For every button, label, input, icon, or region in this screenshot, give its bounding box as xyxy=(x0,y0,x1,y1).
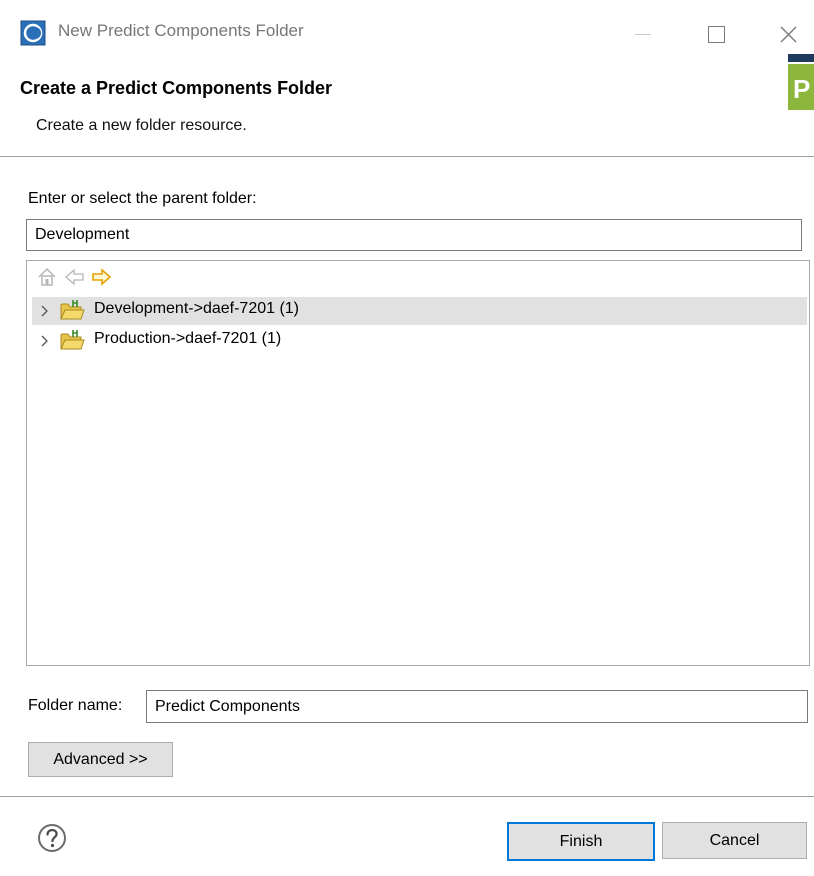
parent-folder-label: Enter or select the parent folder: xyxy=(28,190,257,207)
folder-name-input[interactable] xyxy=(146,690,808,723)
folder-name-label: Folder name: xyxy=(28,697,123,714)
page-title: Create a Predict Components Folder xyxy=(20,78,333,98)
window-title: New Predict Components Folder xyxy=(58,21,304,40)
chevron-right-icon[interactable] xyxy=(38,302,52,320)
home-icon[interactable] xyxy=(36,266,58,288)
eclipse-app-icon xyxy=(20,20,46,46)
predict-banner-icon: P xyxy=(788,54,814,110)
help-icon[interactable] xyxy=(36,822,68,854)
finish-button[interactable]: Finish xyxy=(507,822,655,861)
cancel-button[interactable]: Cancel xyxy=(662,822,807,859)
back-arrow-icon[interactable] xyxy=(64,266,86,288)
close-icon[interactable] xyxy=(766,14,810,54)
tree-item-production[interactable]: Production->daef-7201 (1) xyxy=(32,327,807,355)
dialog-header xyxy=(0,62,814,157)
page-description: Create a new folder resource. xyxy=(36,117,247,134)
footer-divider xyxy=(0,796,814,797)
svg-text:P: P xyxy=(793,74,810,104)
parent-folder-input[interactable] xyxy=(26,219,802,251)
tree-item-label: Production->daef-7201 (1) xyxy=(94,330,282,347)
tree-item-development[interactable]: Development->daef-7201 (1) xyxy=(32,297,807,325)
project-folder-icon xyxy=(60,300,85,320)
maximize-button[interactable] xyxy=(694,14,738,54)
tree-item-label: Development->daef-7201 (1) xyxy=(94,300,300,317)
forward-arrow-icon[interactable] xyxy=(90,266,112,288)
chevron-right-icon[interactable] xyxy=(38,332,52,350)
tree-toolbar xyxy=(36,266,236,290)
project-folder-icon xyxy=(60,330,85,350)
minimize-button[interactable] xyxy=(622,14,666,54)
advanced-button[interactable]: Advanced >> xyxy=(28,742,173,777)
